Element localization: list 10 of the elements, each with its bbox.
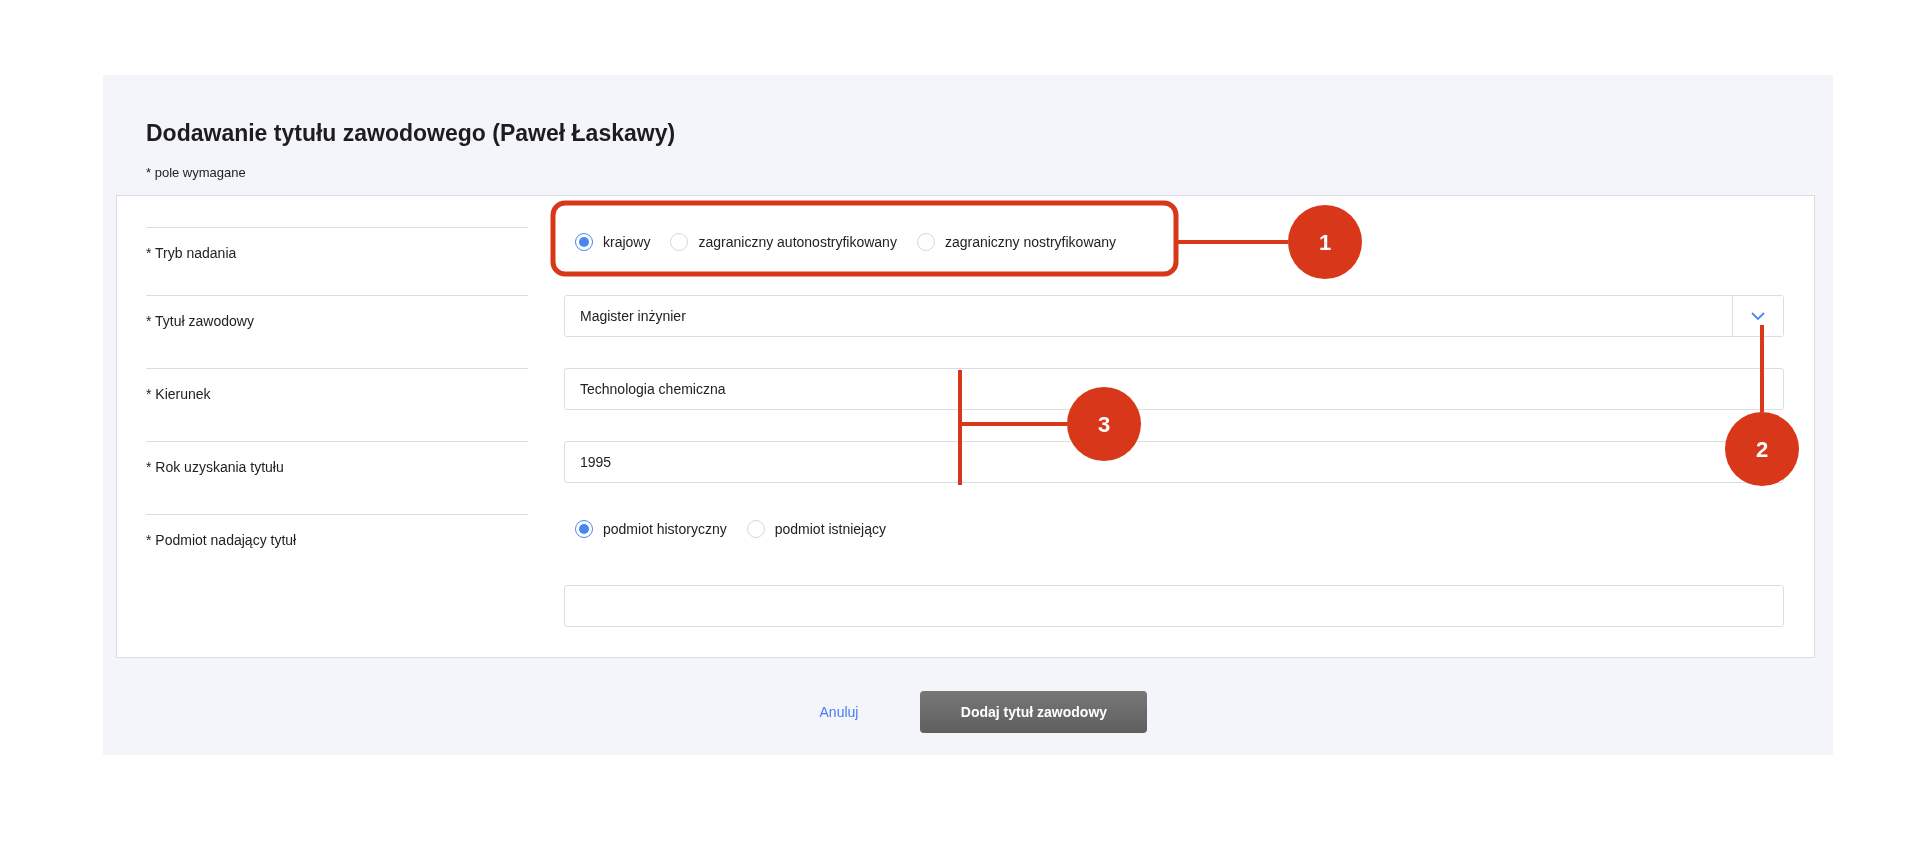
required-note: * pole wymagane	[145, 164, 247, 181]
page-title: Dodawanie tytułu zawodowego (Paweł Łaskawy)	[145, 119, 677, 147]
field-label: * Podmiot nadający tytuł	[146, 532, 297, 548]
field-label: * Rok uzyskania tytułu	[146, 459, 284, 475]
field-label: * Tytuł zawodowy	[146, 313, 254, 329]
field-label: * Tryb nadania	[146, 245, 237, 261]
annotation-callout-overlay: 3	[958, 368, 1141, 487]
field-label: * Kierunek	[146, 386, 211, 402]
annotation-callout-overlay: 2	[1725, 325, 1799, 486]
annotation-callout-overlay: 1	[1178, 205, 1362, 279]
